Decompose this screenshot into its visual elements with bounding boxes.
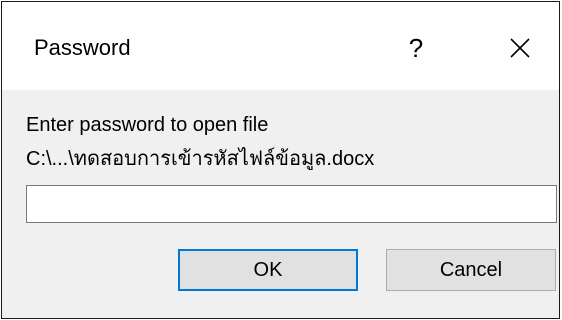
close-icon <box>510 38 530 58</box>
password-input[interactable] <box>26 185 557 223</box>
cancel-button-label: Cancel <box>439 258 503 281</box>
title-bar: Password ? <box>2 2 559 90</box>
help-icon: ? <box>408 32 424 63</box>
ok-button-label: OK <box>253 258 283 281</box>
dialog-body: Enter password to open file C:\...\ทดสอบ… <box>2 90 559 318</box>
prompt-text: Enter password to open file <box>26 114 269 136</box>
close-button[interactable] <box>490 26 550 70</box>
password-dialog: Password ? Enter password to open file C… <box>1 1 560 319</box>
dialog-title: Password <box>34 35 131 60</box>
help-button[interactable]: ? <box>386 26 446 70</box>
cancel-button[interactable]: Cancel <box>386 249 556 291</box>
file-path: C:\...\ทดสอบการเข้ารหัสไฟล์ข้อมูล.docx <box>26 148 375 170</box>
ok-button[interactable]: OK <box>178 249 358 291</box>
